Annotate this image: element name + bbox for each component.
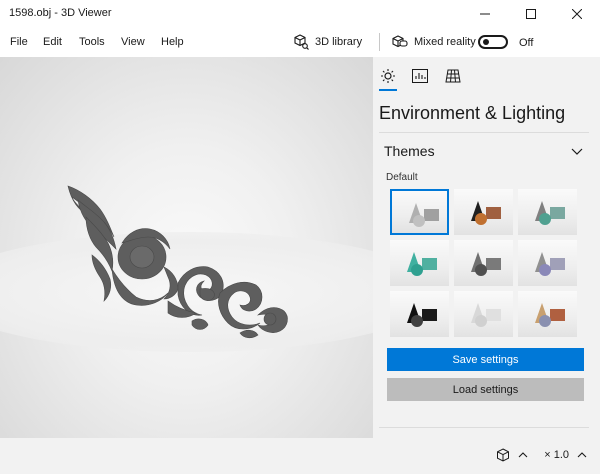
theme-thumbnail[interactable] <box>454 291 513 337</box>
3d-viewport[interactable] <box>0 57 373 438</box>
mixed-reality-icon <box>392 35 408 48</box>
toggle-state-label: Off <box>519 37 534 49</box>
theme-thumbnail[interactable] <box>518 189 577 235</box>
tab-environment[interactable] <box>378 66 398 86</box>
theme-thumbnail[interactable] <box>454 189 513 235</box>
theme-preview-shapes <box>535 201 565 225</box>
window-title: 1598.obj - 3D Viewer <box>9 7 112 19</box>
zoom-controls: × 1.0 <box>496 448 587 462</box>
close-button[interactable] <box>554 0 600 28</box>
minimize-icon <box>480 13 490 15</box>
theme-thumbnail[interactable] <box>390 240 449 286</box>
theme-thumbnail[interactable] <box>518 291 577 337</box>
mixed-reality-toggle[interactable] <box>478 35 508 49</box>
maximize-icon <box>526 9 536 19</box>
3d-library-button[interactable]: 3D library <box>293 34 362 50</box>
title-bar: 1598.obj - 3D Viewer <box>0 0 600 28</box>
theme-thumbnail[interactable] <box>518 240 577 286</box>
theme-preview-shapes <box>471 201 501 225</box>
menu-file[interactable]: File <box>10 36 28 48</box>
3d-library-label: 3D library <box>315 36 363 48</box>
grid-icon <box>445 69 461 83</box>
theme-preview-shapes <box>471 252 501 276</box>
theme-thumbnail[interactable] <box>390 189 449 235</box>
theme-grid <box>390 189 579 339</box>
load-settings-button[interactable]: Load settings <box>387 378 584 401</box>
active-tab-indicator <box>379 89 397 91</box>
menu-bar: File Edit Tools View Help 3D library <box>0 28 600 56</box>
zoom-chevron-up-icon[interactable] <box>577 452 587 458</box>
default-theme-label: Default <box>386 172 418 183</box>
chevron-up-icon[interactable] <box>518 452 528 458</box>
theme-thumbnail[interactable] <box>390 291 449 337</box>
ornament-model[interactable] <box>0 57 373 438</box>
maximize-button[interactable] <box>508 0 554 28</box>
menu-tools[interactable]: Tools <box>79 36 105 48</box>
themes-section-label[interactable]: Themes <box>384 143 435 159</box>
save-settings-button[interactable]: Save settings <box>387 348 584 371</box>
theme-thumbnail[interactable] <box>454 240 513 286</box>
toggle-knob <box>483 39 489 45</box>
mixed-reality-label: Mixed reality <box>414 36 476 48</box>
mixed-reality-button[interactable]: Mixed reality <box>392 34 476 50</box>
theme-preview-shapes <box>407 252 437 276</box>
close-icon <box>572 9 582 19</box>
theme-preview-shapes <box>471 303 501 327</box>
theme-preview-shapes <box>409 203 439 227</box>
zoom-level: × 1.0 <box>544 449 569 461</box>
menu-help[interactable]: Help <box>161 36 184 48</box>
cube-search-icon <box>294 34 309 50</box>
panel-title: Environment & Lighting <box>379 103 566 123</box>
tab-grid[interactable] <box>443 66 463 86</box>
cube-icon[interactable] <box>496 448 510 462</box>
sun-icon <box>381 69 395 83</box>
menu-edit[interactable]: Edit <box>43 36 62 48</box>
menu-view[interactable]: View <box>121 36 145 48</box>
theme-preview-shapes <box>407 303 437 327</box>
minimize-button[interactable] <box>462 0 508 28</box>
panel-bottom-divider <box>379 427 589 428</box>
stats-icon <box>412 69 428 83</box>
chevron-down-icon[interactable] <box>571 148 583 156</box>
toolbar-separator <box>379 33 380 51</box>
tab-stats[interactable] <box>410 66 430 86</box>
theme-preview-shapes <box>535 252 565 276</box>
panel-divider <box>379 132 589 133</box>
theme-preview-shapes <box>535 303 565 327</box>
